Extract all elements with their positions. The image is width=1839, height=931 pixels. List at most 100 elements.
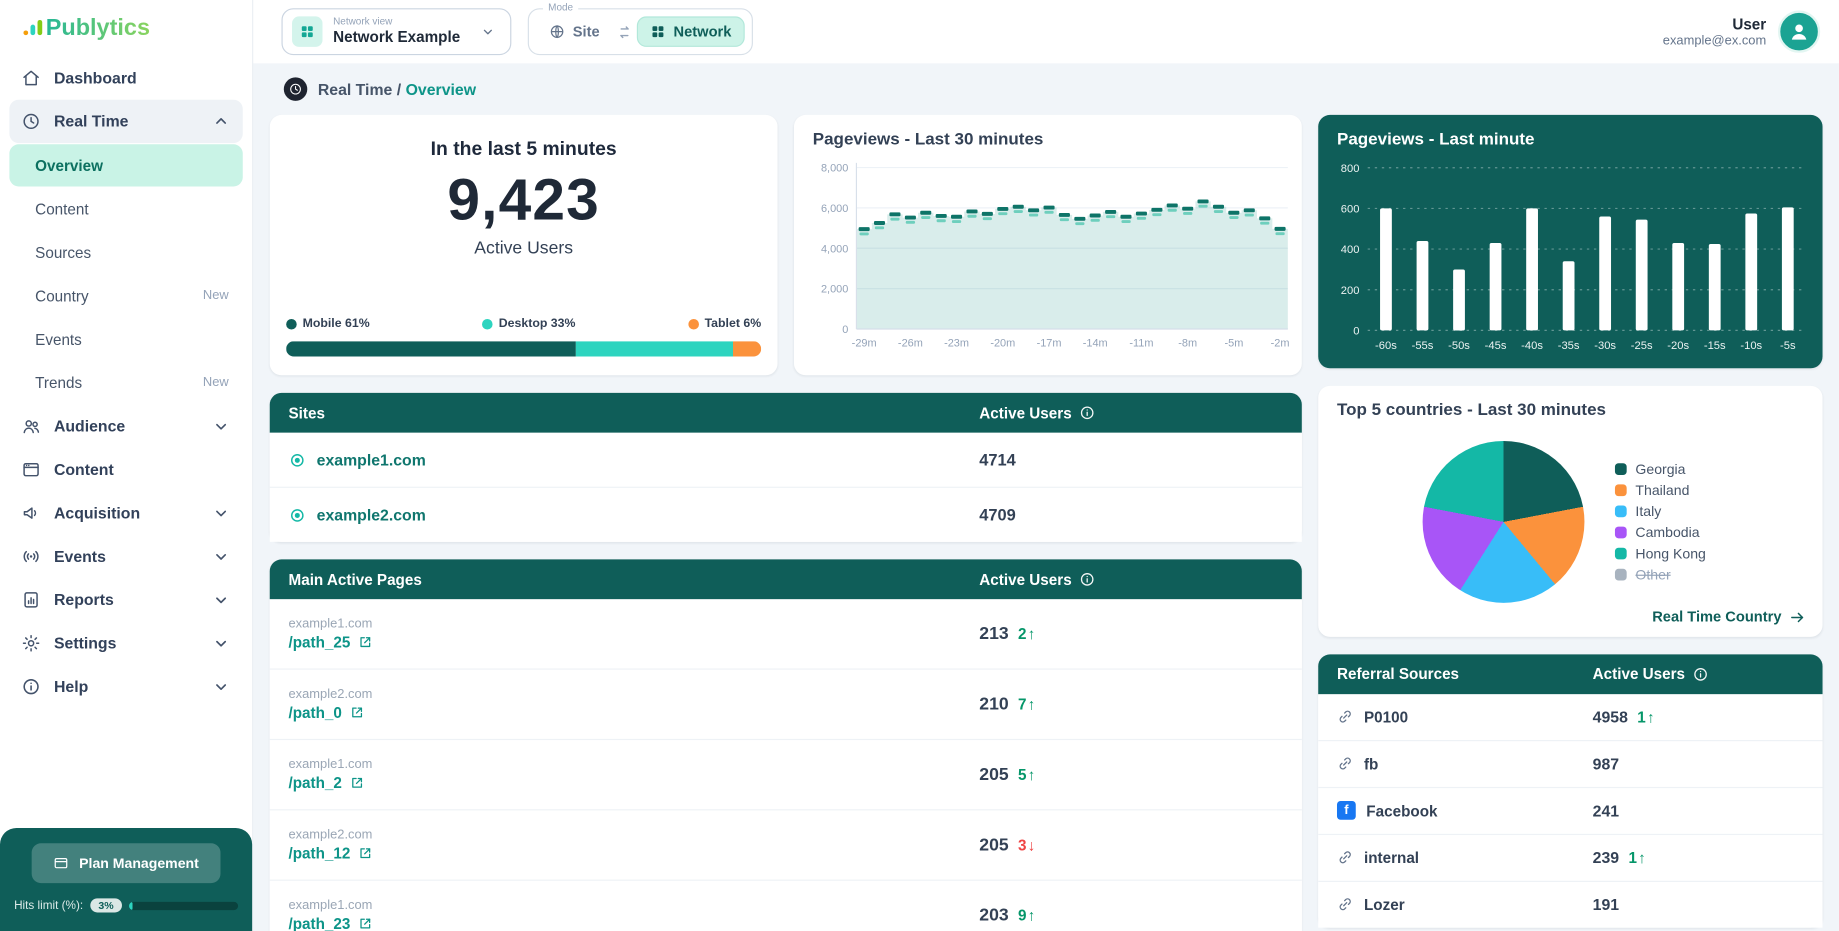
chevron-down-icon: [211, 633, 231, 653]
sidebar-item-events[interactable]: Events: [9, 318, 242, 360]
hits-limit-label: Hits limit (%):: [14, 898, 84, 912]
legend-item-georgia[interactable]: Georgia: [1615, 461, 1705, 478]
avatar[interactable]: [1777, 10, 1821, 53]
mode-network-button[interactable]: Network: [637, 16, 745, 47]
breadcrumb-separator: /: [396, 80, 402, 98]
sidebar-item-help[interactable]: Help: [9, 665, 242, 708]
page-domain: example1.com: [288, 616, 373, 631]
active-users-value: 210: [979, 694, 1009, 715]
network-view-select[interactable]: Network view Network Example: [281, 8, 512, 56]
svg-text:-30s: -30s: [1594, 340, 1616, 352]
svg-text:400: 400: [1341, 244, 1360, 256]
page-link[interactable]: /path_23: [289, 915, 351, 931]
pages-table-header: Main Active Pages Active Users: [269, 559, 1302, 600]
mode-site-button[interactable]: Site: [536, 16, 612, 46]
chevron-down-icon: [480, 23, 496, 39]
sidebar-item-country[interactable]: Country New: [9, 274, 242, 316]
sidebar-item-real-time[interactable]: Real Time: [9, 99, 243, 144]
signal-icon: [21, 547, 41, 567]
person-icon: [1787, 20, 1810, 43]
swap-mode-icon[interactable]: [616, 23, 634, 41]
network-view-label: Network view: [333, 15, 393, 28]
top-countries-card: Top 5 countries - Last 30 minutes Georgi…: [1318, 385, 1823, 637]
referral-name[interactable]: f Facebook: [1336, 801, 1593, 821]
referral-name[interactable]: P0100: [1337, 708, 1593, 726]
device-bar-segment: [286, 341, 576, 357]
user-menu[interactable]: User example@ex.com: [1663, 10, 1821, 53]
svg-text:800: 800: [1341, 163, 1360, 175]
referral-name[interactable]: internal: [1337, 849, 1593, 867]
sidebar-item-label: Sources: [35, 243, 92, 261]
external-link-icon[interactable]: [349, 705, 364, 720]
active-users-value: 239: [1592, 848, 1620, 867]
sidebar-item-dashboard[interactable]: Dashboard: [9, 56, 242, 99]
active-users-subtitle: Active Users: [474, 238, 574, 259]
sidebar-item-sources[interactable]: Sources: [9, 231, 242, 273]
external-link-icon[interactable]: [357, 916, 372, 931]
external-link-icon[interactable]: [357, 634, 372, 649]
legend-item-italy[interactable]: Italy: [1615, 504, 1705, 520]
breadcrumb: Real Time / Overview: [253, 63, 1839, 105]
countries-legend: Georgia Thailand Italy Cambodia Hong Kong Oth…: [1615, 461, 1706, 583]
delta-up: 9 ↑: [1018, 906, 1036, 925]
sidebar-item-label: Country: [35, 286, 89, 305]
sidebar-item-label: Help: [53, 677, 89, 696]
info-icon[interactable]: [1079, 405, 1095, 421]
sidebar-item-settings[interactable]: Settings: [9, 622, 242, 665]
legend-item-hong-kong[interactable]: Hong Kong: [1615, 546, 1706, 562]
site-bullet-icon: [289, 506, 307, 524]
referral-name[interactable]: Lozer: [1337, 896, 1593, 913]
realtime-country-link[interactable]: Real Time Country: [1652, 608, 1806, 626]
page-link[interactable]: /path_12: [289, 844, 351, 862]
device-legend-item: Tablet 6%: [688, 317, 761, 331]
home-icon: [21, 68, 41, 88]
page-domain: example2.com: [288, 687, 373, 702]
delta-up: 7 ↑: [1018, 695, 1036, 714]
page-link[interactable]: /path_25: [289, 633, 351, 651]
device-legend-item: Desktop 33%: [482, 317, 575, 331]
network-name: Network Example: [333, 27, 461, 46]
legend-item-thailand[interactable]: Thailand: [1615, 482, 1705, 499]
sidebar-item-audience[interactable]: Audience: [9, 405, 242, 448]
referral-row: P0100 4958 1 ↑: [1318, 694, 1823, 740]
link-icon: [1337, 896, 1353, 912]
info-icon[interactable]: [1692, 666, 1708, 682]
sidebar-item-acquisition[interactable]: Acquisition: [9, 491, 242, 534]
sidebar-item-label: Dashboard: [53, 69, 137, 87]
pageviews-last-minute-card: Pageviews - Last minute 0 200 400 600 800 -60…: [1318, 114, 1823, 369]
users-icon: [21, 416, 41, 436]
legend-item-cambodia[interactable]: Cambodia: [1615, 525, 1705, 541]
svg-text:-50s: -50s: [1448, 340, 1470, 352]
site-link[interactable]: example1.com: [317, 451, 426, 469]
svg-text:-35s: -35s: [1558, 340, 1580, 352]
breadcrumb-page[interactable]: Overview: [406, 80, 476, 98]
site-link[interactable]: example2.com: [317, 506, 426, 524]
sidebar-item-content[interactable]: Content: [9, 448, 242, 491]
sidebar-item-reports[interactable]: Reports: [9, 578, 242, 621]
sidebar-item-overview[interactable]: Overview: [9, 144, 243, 187]
sidebar-item-trends[interactable]: Trends New: [9, 361, 242, 403]
sidebar-item-events[interactable]: Events: [9, 535, 242, 578]
arrow-up-icon: ↑: [1638, 848, 1646, 867]
app-root: Publytics Dashboard Real Time Overview Cont…: [0, 0, 1839, 931]
legend-item-other[interactable]: Other: [1615, 567, 1705, 583]
info-icon[interactable]: [1079, 571, 1095, 587]
active-users-value: 241: [1592, 802, 1620, 820]
legend-swatch: [1615, 484, 1628, 497]
legend-swatch: [1615, 505, 1628, 518]
breadcrumb-section: Real Time: [317, 80, 393, 98]
device-bar-segment: [575, 341, 733, 357]
external-link-icon[interactable]: [349, 775, 364, 790]
external-link-icon[interactable]: [357, 846, 372, 861]
pageviews-last-minute-chart: 0 200 400 600 800 -60s -55s -50s -45s -40s -35s -30…: [1318, 154, 1822, 368]
delta-up: 5 ↑: [1018, 765, 1036, 784]
page-link[interactable]: /path_2: [289, 774, 342, 792]
plan-management-button[interactable]: Plan Management: [32, 843, 220, 884]
sidebar-item-content[interactable]: Content: [9, 188, 242, 230]
referral-name[interactable]: fb: [1337, 755, 1593, 773]
svg-text:2,000: 2,000: [821, 284, 848, 296]
arrow-up-icon: ↑: [1027, 625, 1036, 643]
pageviews-last-minute-title: Pageviews - Last minute: [1336, 130, 1535, 149]
page-link[interactable]: /path_0: [289, 704, 342, 722]
logo[interactable]: Publytics: [0, 0, 252, 54]
